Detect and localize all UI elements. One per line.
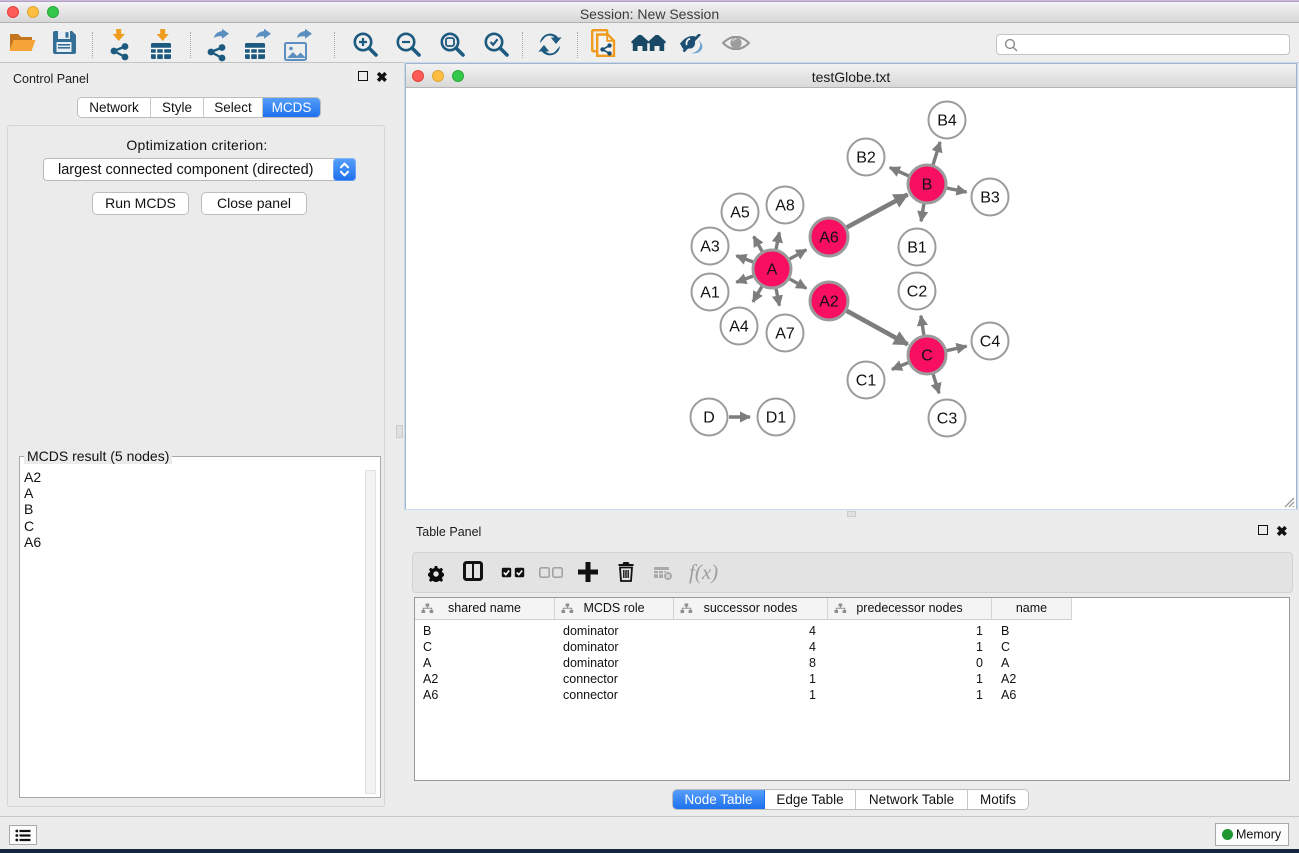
svg-text:B2: B2 [856,150,876,167]
svg-text:C: C [921,348,933,365]
svg-text:C2: C2 [907,284,928,301]
svg-text:B3: B3 [980,190,1000,207]
svg-text:D: D [703,410,715,427]
svg-text:B1: B1 [907,240,927,257]
svg-text:A7: A7 [775,326,795,343]
svg-text:A8: A8 [775,198,795,215]
svg-text:D1: D1 [766,410,787,427]
svg-text:C4: C4 [980,334,1001,351]
svg-text:A: A [767,262,778,279]
svg-text:A4: A4 [729,319,749,336]
svg-text:A1: A1 [700,285,720,302]
svg-text:A6: A6 [819,230,839,247]
svg-text:A3: A3 [700,239,720,256]
svg-text:B: B [922,177,933,194]
svg-text:C1: C1 [856,373,877,390]
svg-text:B4: B4 [937,113,957,130]
svg-text:A5: A5 [730,205,750,222]
svg-text:A2: A2 [819,294,839,311]
svg-text:C3: C3 [937,411,958,428]
